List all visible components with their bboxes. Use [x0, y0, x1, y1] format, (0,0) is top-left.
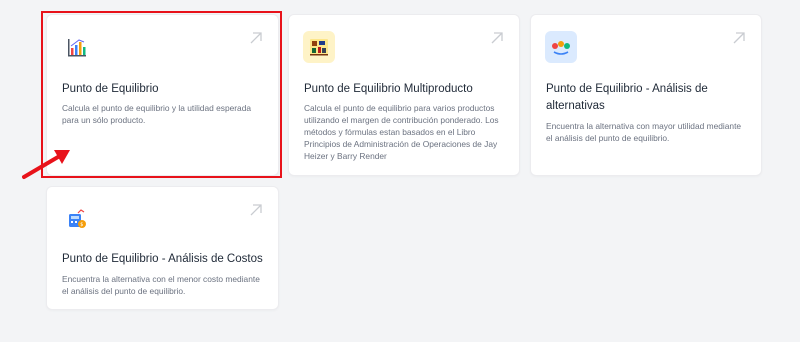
- card-title: Punto de Equilibrio: [62, 83, 159, 95]
- card-title: Punto de Equilibrio - Análisis de Costos: [62, 253, 263, 265]
- card-description: Calcula el punto de equilibrio y la util…: [62, 103, 252, 125]
- alternatives-icon: [545, 31, 577, 63]
- open-arrow-icon[interactable]: [490, 31, 504, 45]
- card-title: Punto de Equilibrio Multiproducto: [304, 83, 473, 95]
- card-analisis-de-alternativas[interactable]: Punto de Equilibrio - Análisis de altern…: [530, 14, 762, 176]
- open-arrow-icon[interactable]: [249, 203, 263, 217]
- products-icon: [303, 31, 335, 63]
- open-arrow-icon[interactable]: [249, 31, 263, 45]
- cost-analysis-icon: $: [61, 203, 93, 235]
- card-description: Calcula el punto de equilibrio para vari…: [304, 103, 499, 161]
- svg-text:$: $: [80, 222, 83, 228]
- card-description: Encuentra la alternativa con el menor co…: [62, 274, 260, 296]
- card-title: Punto de Equilibrio - Análisis de altern…: [546, 83, 708, 112]
- bar-chart-icon: [61, 31, 93, 63]
- card-analisis-de-costos[interactable]: $ Punto de Equilibrio - Análisis de Cost…: [46, 186, 279, 310]
- open-arrow-icon[interactable]: [732, 31, 746, 45]
- card-punto-de-equilibrio[interactable]: Punto de Equilibrio Calcula el punto de …: [46, 14, 279, 176]
- card-description: Encuentra la alternativa con mayor utili…: [546, 121, 742, 143]
- card-punto-de-equilibrio-multiproducto[interactable]: Punto de Equilibrio Multiproducto Calcul…: [288, 14, 520, 176]
